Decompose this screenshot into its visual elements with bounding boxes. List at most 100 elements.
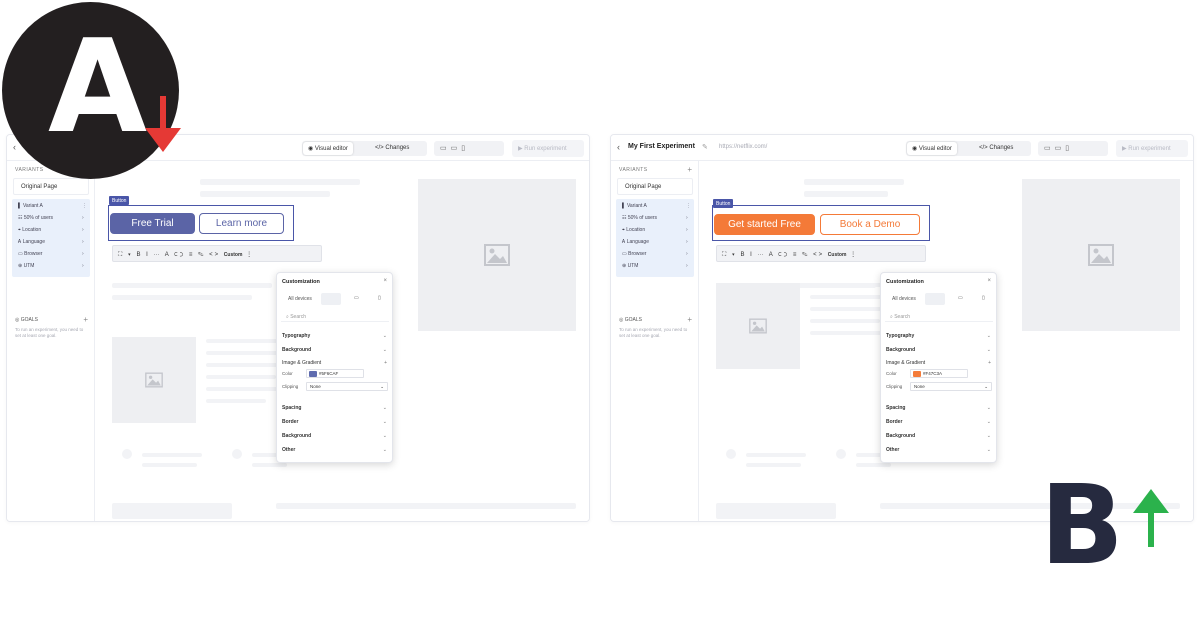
format-toolbar[interactable]: ⛶ ▾ B I ⋯ A ⊂⊃ ≡ ✎ <> Custom ⋮ — [112, 245, 322, 262]
original-page-item[interactable]: Original Page — [13, 178, 89, 195]
visual-editor-tab[interactable]: ◉ Visual editor — [303, 142, 353, 155]
device-filter[interactable]: All devices ▭ ▯ — [281, 293, 389, 305]
color-input[interactable]: #5F6CAF — [306, 369, 364, 378]
learn-more-button[interactable]: Learn more — [199, 213, 284, 234]
add-goal-icon[interactable]: + — [83, 315, 88, 324]
tablet-device-icon[interactable]: ▭ — [354, 295, 359, 301]
variants-sidebar: VARIANTS + Original Page ▌ Variant A ⋮ ☷ … — [611, 161, 699, 521]
image-icon — [749, 318, 767, 334]
desktop-device-icon[interactable] — [925, 293, 945, 305]
visual-editor-tab[interactable]: ◉ Visual editor — [907, 142, 957, 155]
sidebar-row-browser[interactable]: ▭ Browser › — [18, 251, 84, 257]
editor-panel-a: ‹ ◉ Visual editor </> Changes ▭▭▯ ▶ Run … — [6, 134, 590, 522]
border-section[interactable]: Border ⌄ — [886, 419, 992, 425]
mobile-device-icon[interactable]: ▯ — [378, 295, 381, 301]
add-variant-icon[interactable]: + — [687, 165, 692, 174]
tablet-device-icon[interactable]: ▭ — [958, 295, 963, 301]
variants-heading: VARIANTS — [15, 167, 44, 173]
free-trial-button[interactable]: Free Trial — [110, 213, 195, 234]
device-filter[interactable]: All devices ▭ ▯ — [885, 293, 993, 305]
edit-pencil-icon[interactable]: ✎ — [702, 143, 708, 151]
spacing-section[interactable]: Spacing ⌄ — [282, 405, 388, 411]
skeleton-dot — [726, 449, 736, 459]
back-icon[interactable]: ‹ — [617, 142, 620, 152]
goals-hint: To run an experiment, you need to set at… — [15, 327, 84, 338]
mobile-device-icon[interactable]: ▯ — [982, 295, 985, 301]
clipping-select[interactable]: None ⌄ — [910, 382, 992, 391]
sidebar-row-traffic[interactable]: ☷ 50% of users › — [622, 215, 688, 221]
variant-a-item[interactable]: ▌ Variant A ⋮ ☷ 50% of users › ⌖ Location ›… — [12, 199, 90, 277]
toolbar-custom-label[interactable]: Custom — [828, 252, 847, 258]
format-toolbar[interactable]: ⛶ ▾ B I ⋯ A ⊂⊃ ≡ ✎ <> Custom ⋮ — [716, 245, 926, 262]
spacing-section[interactable]: Spacing ⌄ — [886, 405, 992, 411]
skeleton-line — [206, 399, 266, 403]
close-icon[interactable]: × — [383, 278, 387, 284]
typography-section[interactable]: Typography ⌄ — [282, 333, 388, 339]
changes-tab[interactable]: </> Changes — [370, 142, 414, 155]
sidebar-row-browser[interactable]: ▭ Browser › — [622, 251, 688, 257]
image-gradient-section[interactable]: Image & Gradient + — [282, 360, 388, 366]
changes-label: Changes — [385, 145, 410, 151]
skeleton-line — [276, 503, 576, 509]
style-search-input[interactable]: ⌕ Search — [281, 311, 389, 322]
device-switch[interactable]: ▭▭▯ — [1038, 141, 1108, 156]
background-section[interactable]: Background ⌄ — [282, 347, 388, 353]
color-input[interactable]: #F47C3A — [910, 369, 968, 378]
original-page-item[interactable]: Original Page — [617, 178, 693, 195]
typography-section[interactable]: Typography ⌄ — [886, 333, 992, 339]
image-gradient-section[interactable]: Image & Gradient + — [886, 360, 992, 366]
style-search-input[interactable]: ⌕ Search — [885, 311, 993, 322]
run-experiment-button[interactable]: ▶ Run experiment — [1116, 140, 1188, 157]
sidebar-row-location[interactable]: ⌖ Location › — [622, 227, 688, 233]
skeleton-line — [810, 307, 890, 311]
variant-b-letter: B — [1040, 461, 1124, 589]
page-url: https://netflix.com/ — [719, 144, 768, 150]
sidebar-row-location[interactable]: ⌖ Location › — [18, 227, 84, 233]
skeleton-line — [112, 295, 252, 300]
color-swatch[interactable] — [309, 371, 317, 377]
sidebar-row-traffic[interactable]: ☷ 50% of users › — [18, 215, 84, 221]
clipping-select[interactable]: None ⌄ — [306, 382, 388, 391]
color-swatch[interactable] — [913, 371, 921, 377]
desktop-device-icon[interactable] — [321, 293, 341, 305]
clipping-label: Clipping — [886, 384, 903, 389]
book-a-demo-button[interactable]: Book a Demo — [820, 214, 920, 235]
sidebar-row-utm[interactable]: ⊕ UTM › — [18, 263, 84, 269]
other-section[interactable]: Other ⌄ — [282, 447, 388, 453]
toolbar-custom-label[interactable]: Custom — [224, 252, 243, 258]
mode-switch: ◉ Visual editor </> Changes — [906, 141, 1031, 156]
arrow-up-icon — [1133, 489, 1169, 547]
run-experiment-button[interactable]: ▶ Run experiment — [512, 140, 584, 157]
image-placeholder — [1022, 179, 1180, 331]
device-switch[interactable]: ▭▭▯ — [434, 141, 504, 156]
color-label: Color — [886, 371, 897, 376]
background-section[interactable]: Background ⌄ — [886, 347, 992, 353]
changes-tab[interactable]: </> Changes — [974, 142, 1018, 155]
skeleton-line — [746, 453, 806, 457]
background-section-2[interactable]: Background ⌄ — [886, 433, 992, 439]
run-experiment-label: Run experiment — [524, 146, 567, 152]
mode-switch: ◉ Visual editor </> Changes — [302, 141, 427, 156]
sidebar-row-language[interactable]: Ꭺ Language › — [18, 239, 84, 245]
background-section-2[interactable]: Background ⌄ — [282, 433, 388, 439]
variant-a-item[interactable]: ▌ Variant A ⋮ ☷ 50% of users › ⌖ Location ›… — [616, 199, 694, 277]
goals-heading: ◎ GOALS — [15, 317, 38, 323]
visual-editor-label: Visual editor — [918, 146, 952, 152]
back-icon[interactable]: ‹ — [13, 142, 16, 152]
sidebar-row-utm[interactable]: ⊕ UTM › — [622, 263, 688, 269]
skeleton-line — [142, 463, 197, 467]
other-section[interactable]: Other ⌄ — [886, 447, 992, 453]
color-value: #5F6CAF — [319, 371, 339, 376]
get-started-free-button[interactable]: Get started Free — [714, 214, 815, 235]
sidebar-row-language[interactable]: Ꭺ Language › — [622, 239, 688, 245]
close-icon[interactable]: × — [987, 278, 991, 284]
device-filter-label: All devices — [892, 296, 916, 302]
device-filter-label: All devices — [288, 296, 312, 302]
border-section[interactable]: Border ⌄ — [282, 419, 388, 425]
clipping-row: Clipping None ⌄ — [886, 382, 992, 391]
goals-heading: ◎ GOALS — [619, 317, 642, 323]
add-goal-icon[interactable]: + — [687, 315, 692, 324]
customization-title: Customization — [886, 279, 924, 285]
skeleton-line — [810, 331, 888, 335]
skeleton-dot — [836, 449, 846, 459]
